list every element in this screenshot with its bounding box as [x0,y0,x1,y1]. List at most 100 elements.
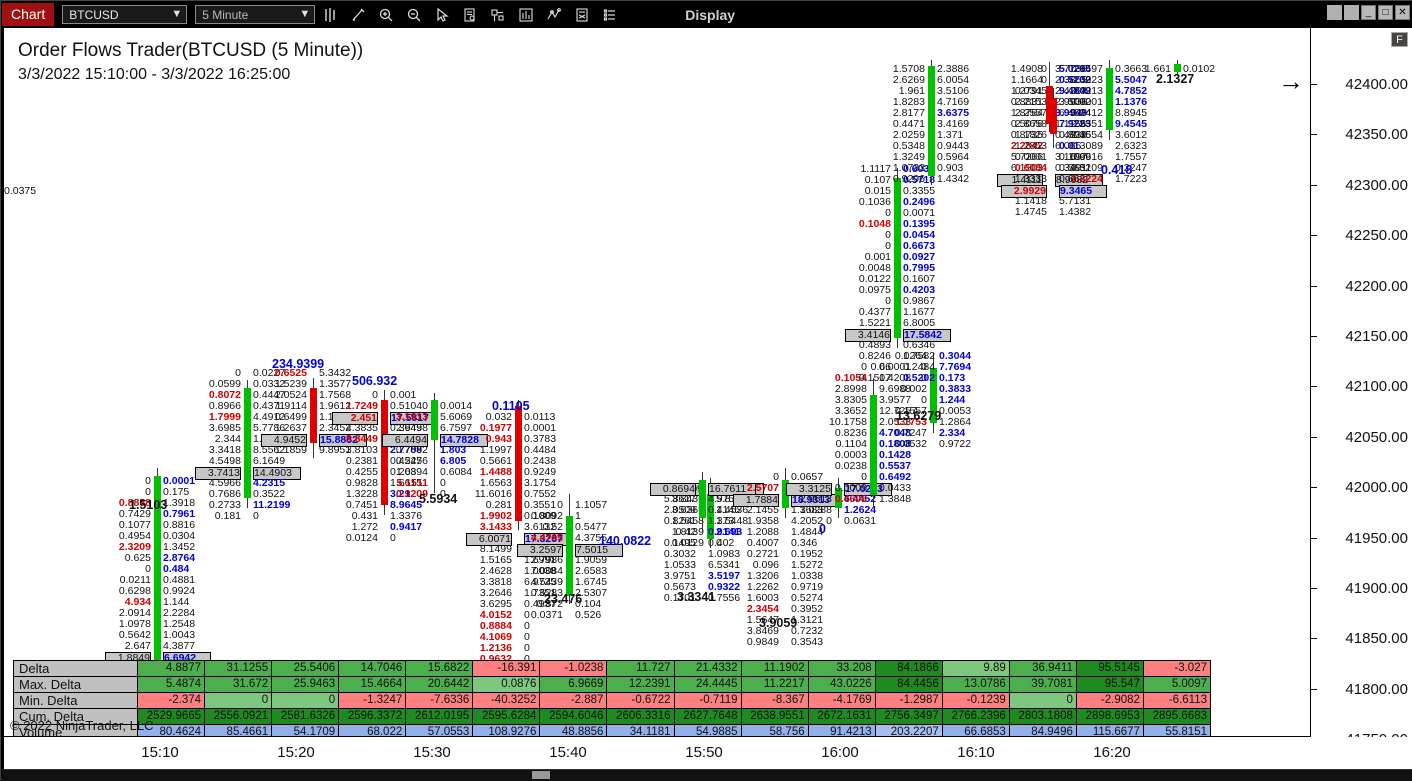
footprint-cluster-total: 2.1327 [1156,72,1195,86]
delta-cell: 48.8856 [540,725,608,736]
delta-cell: 68.022 [339,725,407,736]
strategies-icon[interactable] [541,3,567,27]
maximize-button[interactable]: □ [1378,5,1393,20]
zoom-out-icon[interactable] [401,3,427,27]
footprint-bid-cell: 0.0238 [834,460,867,472]
cursor-icon[interactable] [429,3,455,27]
chart-date-range: 3/3/2022 15:10:00 - 3/3/2022 16:25:00 [18,66,291,83]
bars-icon[interactable] [317,3,343,27]
delta-cell: 2581.6326 [272,709,340,724]
delta-cell: -7.6336 [406,693,474,708]
chart-canvas[interactable]: Order Flows Trader(BTCUSD (5 Minute)) 3/… [2,28,1311,737]
scrollbar-thumb[interactable] [532,771,550,779]
price-axis-tick [1311,638,1317,640]
arrow-right-icon: → [1278,66,1304,96]
table-row: Volume 80.4624 85.4661 54.1709 68.022 57.0553… [14,725,1210,736]
indicators-icon[interactable] [513,3,539,27]
price-axis[interactable]: F 42400.00 42350.00 42300.00 42250.00 42200.… [1311,28,1412,748]
delta-cell: -40.3252 [473,693,541,708]
footprint-cluster-total: 0 [819,522,826,536]
delta-cell: 9.89 [942,661,1010,676]
price-axis-tick [1311,487,1317,489]
delta-cell: -2.374 [138,693,206,708]
candle-body[interactable] [566,516,573,596]
price-axis-label: 42300.00 [1345,176,1408,194]
footprint-bid-cell: 0.1048 [858,218,891,230]
chart-menu-button[interactable]: Chart [2,3,55,26]
delta-cell: 12.2391 [607,677,675,692]
footprint-bid-cell: 0.0124 [345,532,378,544]
candle-body[interactable] [310,388,317,443]
footprint-bid-cell: 0.0371 [530,609,563,621]
footprint-cluster-total: 3.3341 [677,590,716,604]
candle-body[interactable] [928,66,935,176]
footprint-bid-cell: 1.2637 [274,422,307,434]
delta-cell: -3.027 [1143,661,1210,676]
delta-row-label: Delta [14,661,138,676]
candle-body[interactable] [1106,68,1113,130]
candle-body[interactable] [1174,64,1181,72]
order-entry-icon[interactable] [569,3,595,27]
delta-cell: 108.9276 [473,725,541,736]
footprint-ask-cell: 1.4342 [937,173,970,185]
candle-body[interactable] [870,395,877,495]
delta-cell: 6.9669 [540,677,608,692]
candle-body[interactable] [431,400,438,440]
delta-cell: 36.9411 [1009,661,1077,676]
price-axis-tick [1311,184,1317,186]
price-axis-tick [1311,235,1317,237]
candle-body[interactable] [244,388,251,498]
horizontal-scrollbar[interactable] [2,769,1412,781]
delta-cell: 11.727 [607,661,675,676]
price-axis-label: 42050.00 [1345,428,1408,446]
delta-cell: 95.5145 [1076,661,1144,676]
f-badge-icon[interactable]: F [1391,32,1408,47]
delta-cell: 95.547 [1076,677,1144,692]
properties-icon[interactable] [597,3,623,27]
candle-body[interactable] [894,178,901,338]
footprint-cluster-total: 5.5934 [419,492,458,506]
delta-cell: 84.4456 [875,677,943,692]
delta-cell: 0.0876 [473,677,541,692]
price-axis-tick [1311,688,1317,690]
chart-toolbar: Chart BTCUSD ▼ 5 Minute ▼ Display _ □ ✕ [1,1,1412,29]
time-axis[interactable]: 15:10 15:20 15:30 15:40 15:50 16:00 16:10 16:20 [2,737,1412,769]
drawing-tools-icon[interactable] [485,3,511,27]
time-axis-label: 16:00 [821,744,859,761]
delta-cell: 5.0097 [1143,677,1210,692]
minimize-button[interactable]: _ [1361,5,1376,20]
delta-cell: 115.6677 [1076,725,1144,736]
candle-body[interactable] [699,480,706,518]
chevron-down-icon: ▼ [171,8,183,20]
table-row: Min. Delta -2.374 0 0 -1.3247 -7.6336 -40.3252… [14,693,1210,709]
delta-cell: 31.672 [205,677,273,692]
footprint-ask-cell: 0.0631 [844,515,877,527]
window-restore-blank-b[interactable] [1344,5,1359,20]
window-restore-blank-a[interactable] [1327,5,1342,20]
chart-title: Order Flows Trader(BTCUSD (5 Minute)) [18,40,364,61]
footprint-cluster-total: 13.6279 [896,409,942,423]
price-axis-tick [1311,336,1317,337]
pencil-icon[interactable] [345,3,371,27]
display-menu-button[interactable]: Display [685,7,735,23]
footprint-bid-cell: 0 [1041,63,1047,75]
zoom-in-icon[interactable] [373,3,399,27]
delta-cell: 2627.7648 [674,709,742,724]
footprint-ask-cell: 0.526 [575,609,602,621]
time-axis-label: 15:30 [413,744,451,761]
timeframe-select[interactable]: 5 Minute ▼ [195,5,316,24]
window-controls: _ □ ✕ [1327,5,1410,20]
symbol-select[interactable]: BTCUSD ▼ [62,5,188,24]
delta-cell: 57.0553 [406,725,474,736]
footprint-bid-cell: 1.4745 [1014,206,1047,218]
symbol-select-value: BTCUSD [69,7,119,22]
footprint-bid-cell: 4.5498 [208,455,241,467]
data-box-icon[interactable] [457,3,483,27]
footprint-ask-cell: 0 [524,631,530,643]
delta-cell: 55.8151 [1143,725,1210,736]
footprint-ask-cell: 0.9722 [939,438,972,450]
footprint-bid-cell: 0.1036 [858,196,891,208]
close-button[interactable]: ✕ [1395,5,1410,20]
price-axis-tick [1311,537,1317,539]
candle-body[interactable] [1050,98,1057,134]
